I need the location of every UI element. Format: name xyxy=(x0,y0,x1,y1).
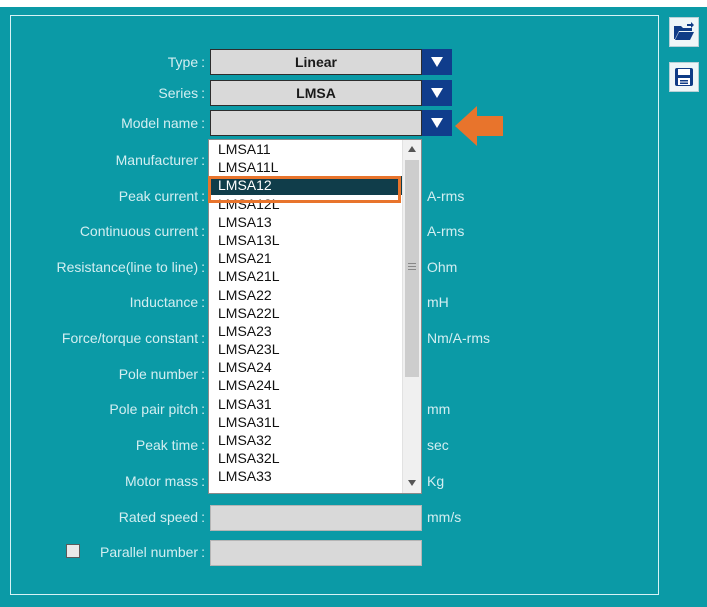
rated-speed-input[interactable] xyxy=(210,505,422,531)
model-name-combobox[interactable] xyxy=(210,110,452,136)
dropdown-option[interactable]: LMSA33 xyxy=(209,467,402,485)
inductance-label: Inductance: xyxy=(129,294,205,310)
dropdown-option[interactable]: LMSA21L xyxy=(209,267,402,285)
type-label: Type: xyxy=(167,54,205,70)
chevron-down-icon xyxy=(431,57,443,67)
dropdown-option[interactable]: LMSA13 xyxy=(209,213,402,231)
dropdown-option[interactable]: LMSA22L xyxy=(209,304,402,322)
chevron-down-icon xyxy=(431,88,443,98)
manufacturer-label: Manufacturer: xyxy=(115,152,205,168)
parallel-number-input[interactable] xyxy=(210,540,422,566)
rated-speed-unit: mm/s xyxy=(427,509,462,525)
scroll-up-icon[interactable] xyxy=(408,146,416,152)
inductance-unit: mH xyxy=(427,294,449,310)
motor-mass-label: Motor mass: xyxy=(124,473,205,489)
type-combobox[interactable]: Linear xyxy=(210,49,452,75)
series-combobox[interactable]: LMSA xyxy=(210,80,452,106)
pole-number-label: Pole number: xyxy=(118,366,205,382)
dropdown-option[interactable]: LMSA13L xyxy=(209,231,402,249)
selection-highlight-box xyxy=(208,176,401,203)
dropdown-option[interactable]: LMSA22 xyxy=(209,286,402,304)
model-name-label: Model name: xyxy=(121,115,205,131)
series-dropdown-button[interactable] xyxy=(422,80,452,106)
motor-mass-unit: Kg xyxy=(427,473,445,489)
force-constant-unit: Nm/A-rms xyxy=(427,330,490,346)
dropdown-option[interactable]: LMSA32 xyxy=(209,431,402,449)
dropdown-option[interactable]: LMSA23L xyxy=(209,340,402,358)
dropdown-option[interactable]: LMSA24 xyxy=(209,358,402,376)
dropdown-option[interactable]: LMSA21 xyxy=(209,249,402,267)
model-name-dropdown-button[interactable] xyxy=(422,110,452,136)
peak-current-unit: A-rms xyxy=(427,188,465,204)
open-file-button[interactable] xyxy=(669,17,699,47)
resistance-label: Resistance(line to line): xyxy=(56,259,205,275)
series-value: LMSA xyxy=(210,80,422,106)
pole-pair-pitch-label: Pole pair pitch: xyxy=(109,401,205,417)
dropdown-option[interactable]: LMSA11L xyxy=(209,158,402,176)
peak-time-label: Peak time: xyxy=(135,437,205,453)
parallel-number-checkbox[interactable] xyxy=(66,544,80,558)
force-constant-label: Force/torque constant: xyxy=(61,330,205,346)
annotation-arrow-icon xyxy=(455,106,503,146)
rated-speed-label: Rated speed: xyxy=(118,509,205,525)
dropdown-option[interactable]: LMSA23 xyxy=(209,322,402,340)
open-folder-icon xyxy=(674,22,694,40)
dropdown-option[interactable]: LMSA31 xyxy=(209,395,402,413)
dropdown-scrollbar[interactable] xyxy=(402,140,421,493)
save-disk-icon xyxy=(675,68,693,86)
continuous-current-label: Continuous current: xyxy=(79,223,205,239)
dropdown-option[interactable]: LMSA32L xyxy=(209,449,402,467)
save-file-button[interactable] xyxy=(669,62,699,92)
pole-pair-pitch-unit: mm xyxy=(427,401,451,417)
peak-current-label: Peak current: xyxy=(118,188,205,204)
dropdown-option[interactable]: LMSA24L xyxy=(209,376,402,394)
series-label: Series: xyxy=(158,85,205,101)
peak-time-unit: sec xyxy=(427,437,449,453)
continuous-current-unit: A-rms xyxy=(427,223,465,239)
resistance-unit: Ohm xyxy=(427,259,458,275)
dropdown-option[interactable]: LMSA31L xyxy=(209,413,402,431)
model-name-value xyxy=(210,110,422,136)
parallel-number-label: Parallel number: xyxy=(100,544,205,560)
type-dropdown-button[interactable] xyxy=(422,49,452,75)
scroll-thumb[interactable] xyxy=(405,160,419,377)
scroll-down-icon[interactable] xyxy=(408,480,416,486)
grip-icon xyxy=(408,263,416,270)
type-value: Linear xyxy=(210,49,422,75)
dropdown-option[interactable]: LMSA11 xyxy=(209,140,402,158)
chevron-down-icon xyxy=(431,118,443,128)
